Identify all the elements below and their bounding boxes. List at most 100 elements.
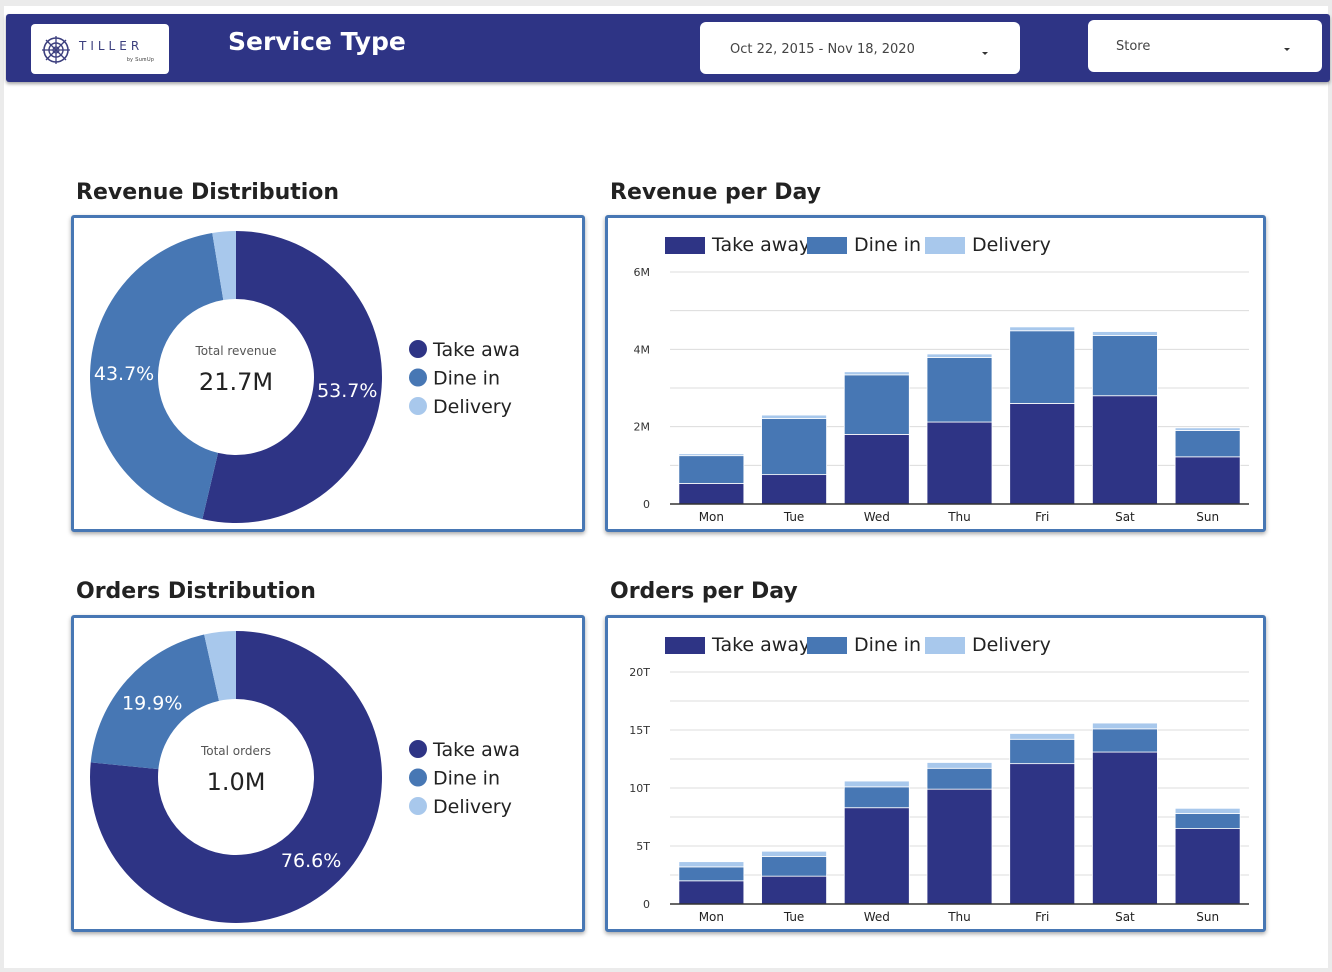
- revenue-bars-ytick-label: 2M: [634, 421, 651, 434]
- revenue-bars-bar-delivery: [926, 353, 993, 358]
- orders-bars-legend-swatch: [925, 637, 965, 654]
- orders-bars-ytick-label: 15T: [629, 724, 650, 737]
- revenue-donut-legend-swatch: [409, 340, 427, 358]
- revenue-donut-legend-label: Dine in: [433, 368, 500, 390]
- orders-bars-xtick-label: Sat: [1115, 910, 1135, 924]
- revenue-bars-bar-take-away: [1009, 403, 1076, 505]
- revenue-bars-ytick-label: 6M: [634, 266, 651, 279]
- orders-bars-bar-delivery: [1092, 722, 1158, 730]
- date-range-label: Oct 22, 2015 - Nov 18, 2020: [730, 42, 915, 57]
- revenue-bars-legend-label: Dine in: [854, 234, 921, 256]
- orders-bars-ytick-label: 20T: [629, 666, 650, 679]
- revenue-bars-bar-delivery: [761, 414, 827, 419]
- orders-donut-legend-label: Dine in: [433, 768, 500, 790]
- orders-bars-bar-delivery: [926, 762, 993, 769]
- revenue-bars-bar-dine-in: [843, 374, 910, 435]
- orders-bars-bar-take-away: [761, 875, 827, 905]
- revenue-bars-bar-dine-in: [926, 357, 993, 423]
- orders-bars-bar-take-away: [1092, 751, 1158, 905]
- revenue-bars-bar-take-away: [1092, 395, 1158, 505]
- revenue-bars-bar-delivery: [1092, 331, 1158, 336]
- orders-bars-bar-dine-in: [1009, 738, 1076, 765]
- orders-bars-bar-dine-in: [761, 856, 827, 877]
- revenue-bars-bar-dine-in: [1009, 330, 1076, 404]
- orders-donut-legend-label: Take awa: [432, 739, 520, 761]
- orders-bars-bar-dine-in: [926, 767, 993, 790]
- orders-donut-legend-label: Delivery: [433, 796, 512, 818]
- orders-bars-xtick-label: Fri: [1035, 910, 1049, 924]
- revenue-donut-center-label: Total revenue: [195, 344, 277, 358]
- logo-subtext: by SumUp: [127, 57, 155, 63]
- revenue-per-day-title: Revenue per Day: [610, 180, 821, 205]
- revenue-donut-legend-label: Take awa: [432, 339, 520, 361]
- revenue-bars-xtick-label: Mon: [699, 510, 724, 524]
- orders-bars-bar-take-away: [843, 807, 910, 905]
- date-range-picker[interactable]: Oct 22, 2015 - Nov 18, 2020: [700, 22, 1020, 74]
- store-filter-label: Store: [1116, 39, 1151, 54]
- orders-bars-bar-take-away: [1009, 763, 1076, 905]
- revenue-bars-legend-label: Take away: [711, 234, 810, 256]
- orders-bars-bar-delivery: [843, 780, 910, 788]
- revenue-bars-legend-label: Delivery: [972, 234, 1051, 256]
- revenue-bars-bar-dine-in: [1174, 430, 1241, 458]
- orders-distribution-title: Orders Distribution: [76, 579, 316, 604]
- orders-bars-bar-dine-in: [678, 866, 745, 882]
- revenue-bars-bar-take-away: [926, 421, 993, 505]
- orders-bars-ytick-label: 0: [643, 898, 650, 911]
- revenue-bars-bar-dine-in: [761, 418, 827, 476]
- revenue-bars-bar-delivery: [678, 453, 745, 457]
- revenue-donut-legend-swatch: [409, 368, 427, 387]
- orders-bars-bar-delivery: [1174, 807, 1241, 814]
- orders-bars-bar-delivery: [761, 850, 827, 857]
- revenue-bars-legend-swatch: [665, 237, 705, 254]
- revenue-bars-xtick-label: Wed: [864, 510, 890, 524]
- orders-bars-bar-dine-in: [1174, 813, 1241, 830]
- orders-bars-bar-delivery: [678, 861, 745, 868]
- page-title: Service Type: [228, 27, 406, 56]
- revenue-bars-bar-delivery: [1174, 427, 1241, 431]
- revenue-bars-legend-swatch: [807, 237, 847, 254]
- orders-bars-bar-take-away: [1174, 828, 1241, 905]
- orders-bars-xtick-label: Wed: [864, 910, 890, 924]
- revenue-bars-xtick-label: Fri: [1035, 510, 1049, 524]
- orders-bars-ytick-label: 5T: [636, 840, 650, 853]
- orders-per-day-card: 0 5T 10T 15T 20T Mon Tue Wed Thu Fri Sat Sun Take aw…: [605, 615, 1266, 932]
- chevron-down-icon: [1284, 48, 1290, 51]
- orders-per-day-title: Orders per Day: [610, 579, 798, 604]
- tiller-logo[interactable]: TILLER by SumUp: [31, 24, 169, 74]
- revenue-donut-legend-swatch: [409, 397, 427, 415]
- revenue-distribution-card: 53.7% 43.7% Total revenue 21.7M Take awa Dine…: [71, 215, 585, 532]
- revenue-bars-bar-delivery: [843, 371, 910, 376]
- revenue-bars-bar-delivery: [1009, 326, 1076, 332]
- orders-bars-xtick-label: Sun: [1196, 910, 1219, 924]
- revenue-per-day-bar-chart: 0 2M 4M 6M Mon Tue Wed Thu Fri Sat Sun Take away Din…: [634, 234, 1249, 524]
- logo-wordmark: TILLER: [79, 39, 144, 53]
- revenue-bars-legend-swatch: [925, 237, 965, 254]
- revenue-bars-bar-dine-in: [1092, 335, 1158, 397]
- orders-distribution-card: 76.6% 19.9% Total orders 1.0M Take awa Dine i…: [71, 615, 585, 932]
- revenue-donut-slice-label: 43.7%: [94, 363, 154, 385]
- orders-bars-xtick-label: Tue: [783, 910, 805, 924]
- tiller-wheel-icon: [42, 36, 70, 64]
- orders-bars-bar-take-away: [678, 880, 745, 905]
- revenue-per-day-card: 0 2M 4M 6M Mon Tue Wed Thu Fri Sat Sun Take away Din…: [605, 215, 1266, 532]
- revenue-donut-center-value: 21.7M: [199, 368, 273, 396]
- orders-bars-xtick-label: Mon: [699, 910, 724, 924]
- revenue-bars-ytick-label: 4M: [634, 343, 651, 356]
- orders-donut-chart: 76.6% 19.9% Total orders 1.0M Take awa Dine i…: [90, 631, 520, 923]
- revenue-bars-xtick-label: Tue: [783, 510, 805, 524]
- chevron-down-icon: [982, 52, 988, 55]
- orders-per-day-bar-chart: 0 5T 10T 15T 20T Mon Tue Wed Thu Fri Sat Sun Take aw…: [629, 634, 1249, 924]
- orders-bars-legend-label: Delivery: [972, 634, 1051, 656]
- store-filter-dropdown[interactable]: Store: [1088, 20, 1322, 72]
- orders-bars-ytick-label: 10T: [629, 782, 650, 795]
- orders-donut-slice-label: 76.6%: [281, 850, 341, 872]
- orders-bars-bar-dine-in: [1092, 728, 1158, 753]
- orders-donut-legend-swatch: [409, 740, 427, 758]
- revenue-donut-slice-label: 53.7%: [317, 380, 377, 402]
- revenue-donut-legend-label: Delivery: [433, 396, 512, 418]
- orders-bars-bar-take-away: [926, 788, 993, 905]
- orders-donut-legend-swatch: [409, 768, 427, 787]
- revenue-bars-bar-dine-in: [678, 455, 745, 484]
- revenue-bars-bar-take-away: [761, 474, 827, 505]
